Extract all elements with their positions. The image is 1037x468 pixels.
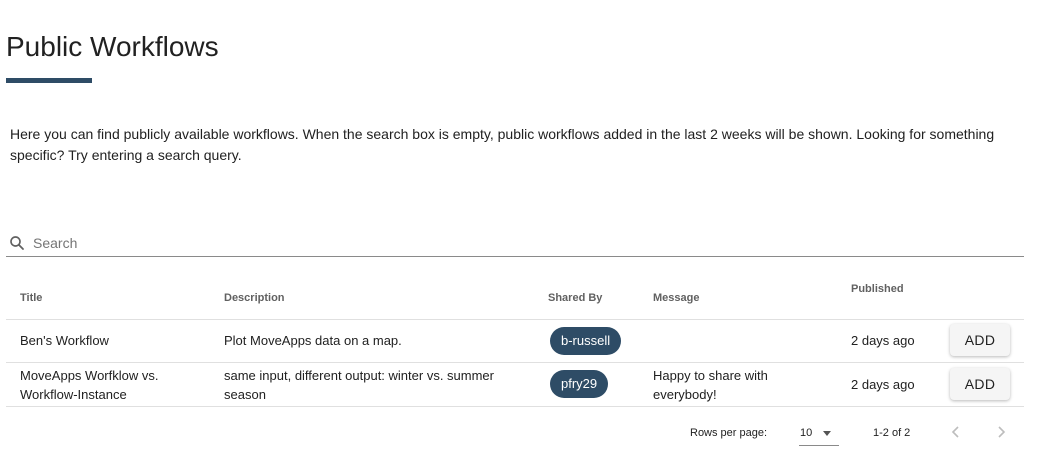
row-published: 2 days ago	[851, 377, 915, 392]
rows-per-page-label: Rows per page:	[690, 427, 768, 439]
chevron-left-icon[interactable]	[948, 424, 964, 440]
add-workflow-button[interactable]: ADD	[950, 324, 1010, 356]
shared-by-chip: pfry29	[550, 370, 609, 398]
row-title: MoveApps Worfklow vs. Workflow-Instance	[20, 368, 159, 402]
table-row: Ben's Workflow Plot MoveApps data on a m…	[6, 320, 1024, 363]
shared-by-chip: b-russell	[550, 327, 622, 355]
add-workflow-button[interactable]: ADD	[950, 368, 1010, 400]
rows-per-page-select[interactable]: 10	[799, 422, 839, 446]
user-chip-label: b-russell	[550, 327, 622, 355]
search-bar[interactable]	[6, 229, 1024, 257]
caret-down-icon	[823, 431, 831, 436]
chevron-right-icon[interactable]	[993, 424, 1009, 440]
rows-per-page-value: 10	[800, 427, 813, 439]
title-underline	[6, 78, 92, 83]
row-message: Happy to share with everybody!	[653, 368, 768, 402]
row-published: 2 days ago	[851, 333, 915, 348]
column-header-title[interactable]: Title	[20, 292, 42, 304]
column-header-shared-by[interactable]: Shared By	[548, 292, 602, 304]
table-pagination: Rows per page: 10 1-2 of 2	[0, 422, 1037, 448]
user-chip-label: pfry29	[550, 370, 609, 398]
workflows-table: Title Description Shared By Message Publ…	[6, 275, 1024, 407]
pagination-range: 1-2 of 2	[873, 427, 911, 439]
table-row: MoveApps Worfklow vs. Workflow-Instance …	[6, 363, 1024, 407]
table-header: Title Description Shared By Message Publ…	[6, 275, 1024, 320]
row-title: Ben's Workflow	[20, 333, 109, 348]
column-header-description[interactable]: Description	[224, 292, 285, 304]
search-input[interactable]	[33, 234, 933, 251]
page-title: Public Workflows	[6, 31, 219, 62]
search-icon	[10, 235, 24, 250]
row-description: Plot MoveApps data on a map.	[224, 333, 402, 348]
column-header-message[interactable]: Message	[653, 292, 699, 304]
column-header-published[interactable]: Published	[851, 283, 904, 295]
row-description: same input, different output: winter vs.…	[224, 368, 494, 402]
intro-text: Here you can find publicly available wor…	[10, 126, 995, 163]
